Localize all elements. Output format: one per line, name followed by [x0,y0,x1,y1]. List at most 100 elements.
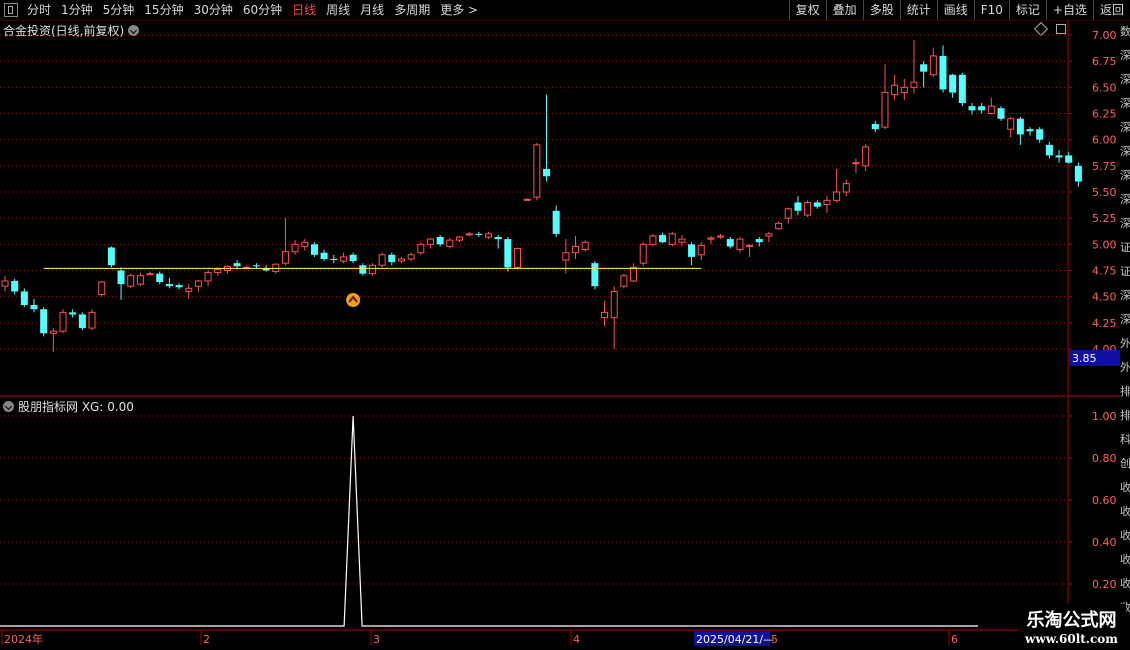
candle [281,218,289,266]
side-item[interactable]: 深 [1120,164,1130,188]
candle-body [49,330,57,334]
candle [717,233,725,240]
toolbar-button-2[interactable]: 多股 [862,0,900,20]
period-6[interactable]: 日线 [287,0,321,20]
candle [997,106,1005,121]
candle-body [175,285,183,288]
buy-signal-icon [346,293,361,307]
chevron-down-icon[interactable] [3,401,14,412]
candle-body [659,234,667,243]
side-item[interactable]: 深 [1120,44,1130,68]
candle-body [359,265,367,274]
period-10[interactable]: 更多 > [435,0,483,20]
side-item[interactable]: 收 [1120,500,1130,524]
candle [69,309,77,318]
side-item[interactable]: 数 [1120,20,1130,44]
candle [949,73,957,98]
candle [707,235,715,245]
toolbar-button-8[interactable]: 返回 [1092,0,1130,20]
diamond-icon[interactable] [1033,21,1049,37]
candle-body [833,191,841,201]
side-item[interactable]: 深 [1120,212,1130,236]
period-4[interactable]: 30分钟 [189,0,238,20]
toolbar-button-7[interactable]: +自选 [1045,0,1093,20]
candle [107,246,115,268]
side-item[interactable]: 收 [1120,524,1130,548]
side-item[interactable]: 深 [1120,68,1130,92]
toolbar-button-3[interactable]: 统计 [899,0,937,20]
candle-body [910,81,918,88]
side-item[interactable]: 深 [1120,116,1130,140]
toolbar-button-0[interactable]: 复权 [788,0,826,20]
candle-body [881,92,889,128]
period-8[interactable]: 月线 [355,0,389,20]
candle-body [601,311,609,319]
candle-body [813,202,821,207]
side-item[interactable]: 深 [1120,92,1130,116]
side-item[interactable]: 深 [1120,188,1130,212]
side-item[interactable]: 收 [1120,476,1130,500]
side-item[interactable]: 外 [1120,332,1130,356]
period-9[interactable]: 多周期 [389,0,435,20]
candle-body [127,275,135,287]
candle [978,103,986,114]
candle-body [136,275,144,285]
side-item[interactable]: 证 [1120,236,1130,260]
candle-body [156,273,164,283]
candle [678,234,686,247]
period-1[interactable]: 1分钟 [56,0,98,20]
candle [291,240,299,255]
side-item[interactable]: 排 [1120,380,1130,404]
side-item[interactable]: 外 [1120,356,1130,380]
candle [688,242,696,266]
candle [765,231,773,243]
candle [88,309,96,331]
period-7[interactable]: 周线 [321,0,355,20]
side-item[interactable]: 收 [1120,572,1130,596]
side-item[interactable]: 深 [1120,284,1130,308]
period-5[interactable]: 60分钟 [238,0,287,20]
chevron-down-icon[interactable] [128,25,140,36]
candle-body [543,168,551,177]
side-item[interactable]: 深 [1120,140,1130,164]
side-item[interactable]: 排 [1120,404,1130,428]
candle-body [1045,144,1053,156]
toolbar-button-6[interactable]: 标记 [1008,0,1046,20]
candle-body [388,254,396,263]
candle [40,307,48,337]
candle-body [1007,118,1015,130]
candle [1026,127,1034,136]
price-tick-label: 6.75 [1092,55,1117,68]
period-0[interactable]: 分时 [22,0,56,20]
candle-body [920,64,928,72]
toolbar-button-4[interactable]: 画线 [936,0,974,20]
candle-body [958,74,966,104]
window-icon[interactable] [4,3,18,17]
period-selector: 分时 1分钟 5分钟 15分钟 30分钟 60分钟 日线 周线 月线 多周期 更多 > [0,0,483,20]
indicator-title: 股朋指标网 XG: 0.00 [3,398,134,415]
maximize-icon[interactable] [1056,24,1066,34]
side-stock-list[interactable]: 数深深深深深深深深证证深深外外排排科创收收收收收收 [1120,20,1130,650]
candle-body [11,280,19,292]
candle [417,242,425,255]
candle [388,252,396,266]
toolbar-button-1[interactable]: 叠加 [825,0,863,20]
side-item[interactable]: 深 [1120,308,1130,332]
price-tick-label: 4.75 [1092,265,1117,278]
candle [204,270,212,287]
candle [175,283,183,290]
period-2[interactable]: 5分钟 [98,0,140,20]
toolbar-button-5[interactable]: F10 [973,0,1009,20]
side-item[interactable]: 科 [1120,428,1130,452]
candle [49,328,57,353]
candle [591,261,599,290]
side-item[interactable]: 收 [1120,548,1130,572]
side-item[interactable]: 证 [1120,260,1130,284]
candle-body [165,284,173,287]
candle-body [591,263,599,287]
side-item[interactable]: 创 [1120,452,1130,476]
period-3[interactable]: 15分钟 [139,0,188,20]
price-tick-label: 5.25 [1092,212,1117,225]
candle [533,142,541,201]
candle [78,312,86,331]
